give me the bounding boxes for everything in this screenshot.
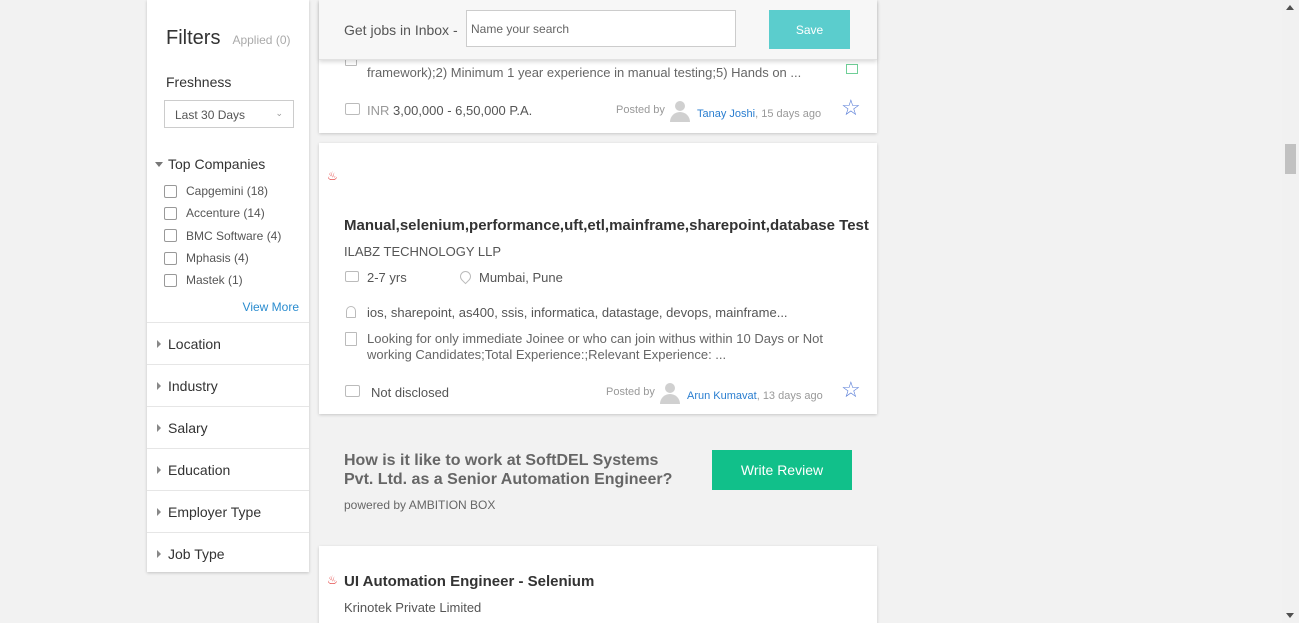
filter-section-job-type[interactable]: Job Type [147,532,309,574]
checkbox[interactable] [164,273,177,287]
filter-section-industry[interactable]: Industry [147,364,309,406]
caret-right-icon [157,549,161,558]
star-icon[interactable]: ☆ [841,379,861,401]
filter-section-label: Employer Type [168,503,262,520]
checkbox[interactable] [164,206,177,220]
avatar-icon [669,100,691,122]
briefcase-icon [345,271,359,282]
company-filter-label: Mastek (1) [186,273,243,288]
job-alert-label: Get jobs in Inbox - [344,22,458,38]
job-title-highlight: Selenium [527,573,595,590]
posted-ago: , 15 days ago [755,108,822,120]
document-icon [345,332,357,346]
job-skills: ios, sharepoint, as400, ssis, informatic… [367,305,788,320]
caret-right-icon [157,423,161,432]
recruiter-link[interactable]: Tanay Joshi [697,108,755,120]
filter-section-label: Education [168,461,231,478]
company-name[interactable]: Krinotek Private Limited [344,600,481,615]
posted-ago: , 13 days ago [756,390,823,402]
top-companies-toggle[interactable]: Top Companies [155,156,265,172]
skills-icon [346,306,356,318]
view-more-link[interactable]: View More [243,300,299,314]
job-experience: 2-7 yrs [367,270,407,285]
company-filter-accenture[interactable]: Accenture (14) [164,202,281,224]
checkbox[interactable] [164,251,177,265]
avatar-icon [659,382,681,404]
filter-section-label: Location [168,335,221,352]
filter-section-employer-type[interactable]: Employer Type [147,490,309,532]
filters-header: Filters Applied (0) [166,27,290,50]
filters-applied-count: Applied (0) [232,33,291,47]
caret-right-icon [157,339,161,348]
save-button[interactable]: Save [769,10,850,49]
top-companies-list: Capgemini (18) Accenture (14) BMC Softwa… [164,180,281,291]
wallet-icon [345,385,360,397]
write-review-button[interactable]: Write Review [712,450,852,490]
job-card[interactable]: ♨ Manual,selenium,performance,uft,etl,ma… [319,143,877,414]
company-filter-label: Capgemini (18) [186,184,269,199]
job-title-part: ,performance,uft,etl,mainframe,sharepoin… [464,217,869,234]
job-title[interactable]: Manual,selenium,performance,uft,etl,main… [344,217,869,234]
filter-section-education[interactable]: Education [147,448,309,490]
filter-section-location[interactable]: Location [147,322,309,364]
filter-section-label: Industry [168,377,218,394]
job-description-line: working Candidates;Total Experience:;Rel… [367,347,727,362]
company-filter-label: Mphasis (4) [186,251,249,266]
filter-section-salary[interactable]: Salary [147,406,309,448]
wallet-icon [345,103,360,115]
posted-by-info: Arun Kumavat, 13 days ago [687,386,823,404]
job-location: Mumbai, Pune [479,270,563,285]
checkbox[interactable] [164,184,177,198]
review-question: How is it like to work at SoftDEL System… [344,452,673,488]
salary-currency: INR [367,103,390,118]
company-filter-capgemini[interactable]: Capgemini (18) [164,180,281,202]
job-alert-bar: Get jobs in Inbox - Save [319,0,877,60]
posted-by-label: Posted by [606,386,655,398]
salary-range: 3,00,000 - 6,50,000 P.A. [393,103,533,118]
job-description-line: Looking for only immediate Joinee or who… [367,331,823,346]
posted-by-info: Tanay Joshi, 15 days ago [697,104,821,122]
search-name-input[interactable] [466,10,736,47]
review-powered-by: powered by AMBITION BOX [344,498,496,512]
company-name[interactable]: ILABZ TECHNOLOGY LLP [344,244,501,259]
filters-title: Filters [166,27,221,49]
posted-by-label: Posted by [616,104,665,116]
scroll-down-arrow-icon[interactable] [1286,613,1294,618]
freshness-select[interactable]: Last 30 Days ⌄ [164,100,294,128]
page-scrollbar[interactable] [1282,0,1299,623]
scroll-up-arrow-icon[interactable] [1286,5,1294,10]
company-filter-label: Accenture (14) [186,206,265,221]
caret-down-icon [155,161,163,167]
caret-right-icon [157,465,161,474]
checkbox[interactable] [164,229,177,243]
caret-right-icon [157,507,161,516]
filters-sidebar: Filters Applied (0) Freshness Last 30 Da… [147,0,309,572]
company-filter-mphasis[interactable]: Mphasis (4) [164,247,281,269]
image-icon [846,64,858,74]
company-filter-bmc-software[interactable]: BMC Software (4) [164,225,281,247]
filter-section-label: Salary [168,419,208,436]
caret-right-icon [157,381,161,390]
filter-section-label: Job Type [168,545,225,562]
job-title[interactable]: UI Automation Engineer - Selenium [344,573,594,590]
company-filter-label: BMC Software (4) [186,228,282,243]
job-salary: Not disclosed [371,385,450,400]
freshness-selected-value: Last 30 Days [175,108,246,122]
job-card[interactable]: ♨ UI Automation Engineer - Selenium Krin… [319,546,877,623]
location-pin-icon [457,268,474,285]
job-salary: INR 3,00,000 - 6,50,000 P.A. [367,103,532,118]
company-filter-mastek[interactable]: Mastek (1) [164,269,281,291]
job-description: framework);2) Minimum 1 year experience … [367,65,802,80]
star-icon[interactable]: ☆ [841,97,861,119]
fire-icon: ♨ [327,573,338,587]
recruiter-link[interactable]: Arun Kumavat [687,390,757,402]
job-title-part: UI Automation Engineer - [344,573,528,590]
freshness-label: Freshness [166,74,232,90]
job-title-highlight: selenium [399,217,465,234]
chevron-down-icon: ⌄ [275,108,283,118]
top-companies-label: Top Companies [168,156,266,172]
job-title-part: Manual, [344,217,400,234]
scrollbar-thumb[interactable] [1285,144,1296,174]
fire-icon: ♨ [327,169,338,183]
